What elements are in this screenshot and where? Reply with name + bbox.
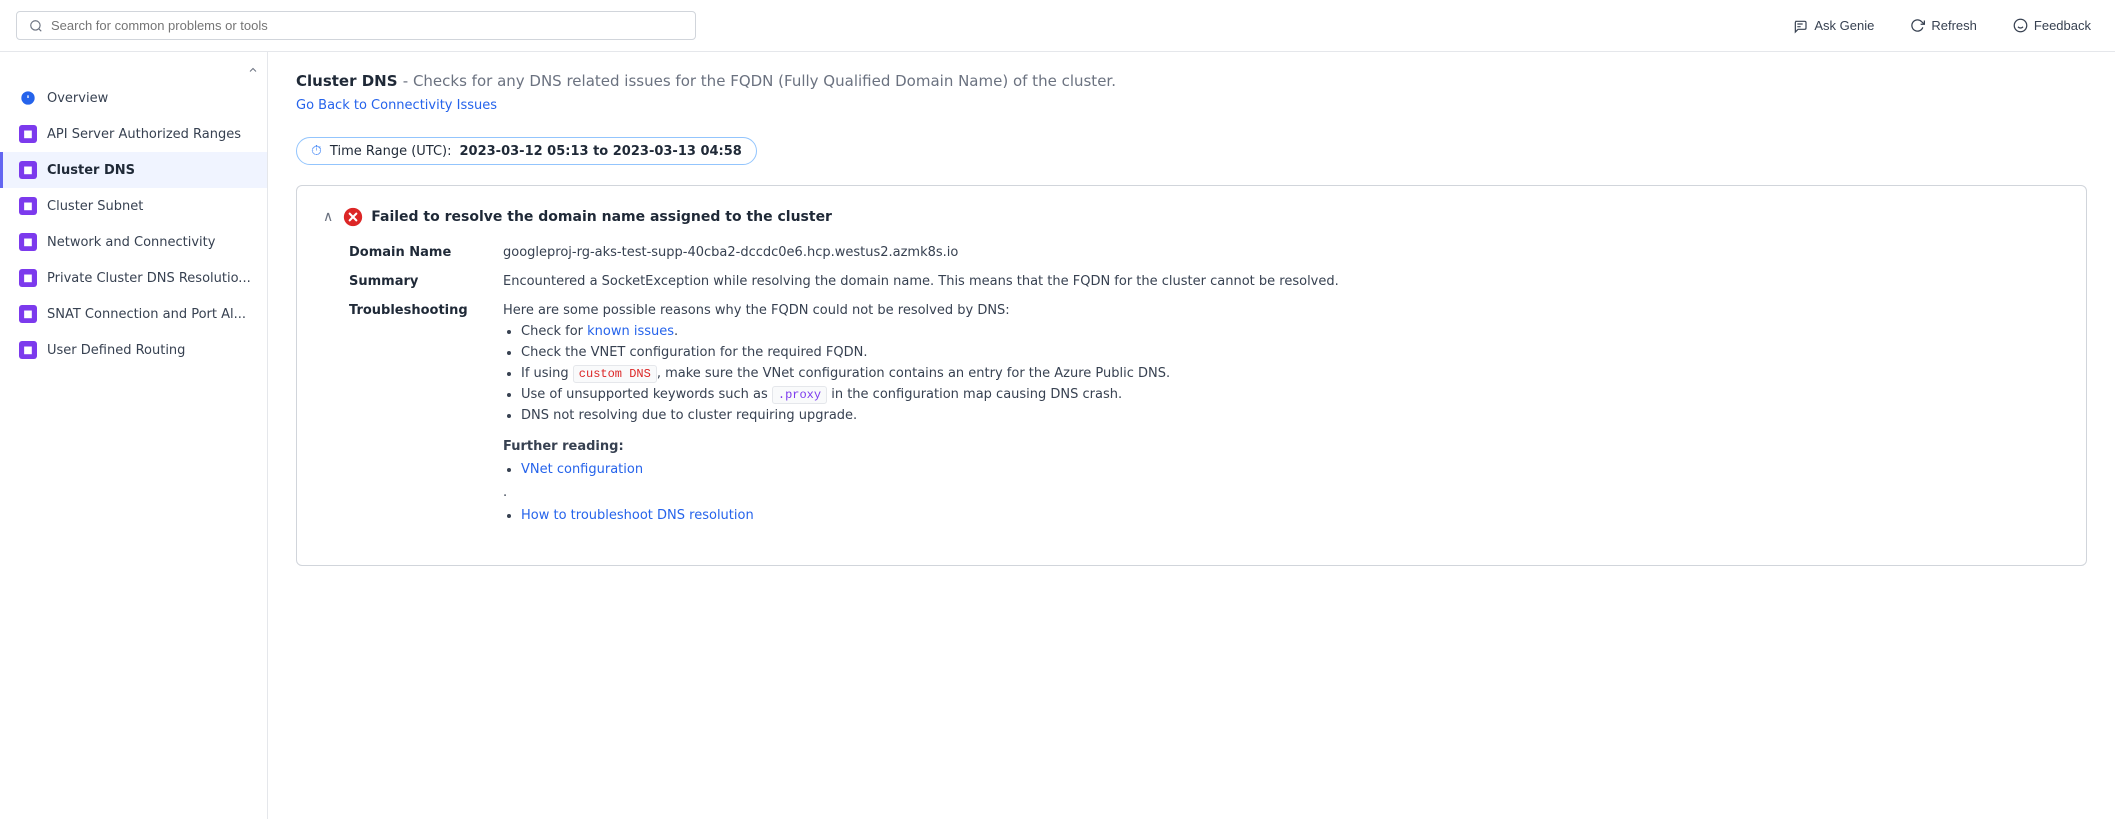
- further-reading-list: VNet configuration . How to troubleshoot…: [503, 462, 2062, 523]
- clock-icon: ⏱: [311, 143, 322, 159]
- time-range-value: 2023-03-12 05:13 to 2023-03-13 04:58: [460, 144, 742, 159]
- list-item: If using custom DNS, make sure the VNet …: [521, 366, 2062, 381]
- sidebar-collapse-button[interactable]: [0, 60, 267, 80]
- content-area: Cluster DNS - Checks for any DNS related…: [268, 52, 2115, 819]
- list-item: Use of unsupported keywords such as .pro…: [521, 387, 2062, 402]
- list-item: .: [503, 485, 2062, 500]
- result-card: ∧ Failed to resolve the domain name assi…: [296, 185, 2087, 566]
- private-cluster-dns-icon: ■: [19, 269, 37, 287]
- further-reading-heading: Further reading:: [503, 439, 2062, 454]
- domain-name-label: Domain Name: [349, 245, 479, 260]
- genie-icon: [1792, 18, 1808, 34]
- sidebar-item-user-routing[interactable]: ■ User Defined Routing: [0, 332, 267, 368]
- domain-name-row: Domain Name googleproj-rg-aks-test-supp-…: [349, 245, 2062, 260]
- domain-name-value: googleproj-rg-aks-test-supp-40cba2-dccdc…: [503, 245, 2062, 260]
- error-icon: [343, 206, 363, 227]
- card-body: Domain Name googleproj-rg-aks-test-supp-…: [321, 245, 2062, 531]
- list-item: VNet configuration: [521, 462, 2062, 477]
- sidebar-item-label: User Defined Routing: [47, 343, 185, 358]
- search-box[interactable]: [16, 11, 696, 40]
- page-title: Cluster DNS - Checks for any DNS related…: [296, 72, 2087, 90]
- topbar-actions: Ask Genie Refresh Feedback: [1784, 14, 2099, 38]
- feedback-button[interactable]: Feedback: [2005, 14, 2099, 37]
- cluster-dns-icon: ■: [19, 161, 37, 179]
- sidebar-item-label: Network and Connectivity: [47, 235, 215, 250]
- card-title: Failed to resolve the domain name assign…: [371, 209, 832, 225]
- list-item: How to troubleshoot DNS resolution: [521, 508, 2062, 523]
- list-item: Check the VNET configuration for the req…: [521, 345, 2062, 360]
- page-title-main: Cluster DNS: [296, 72, 398, 90]
- known-issues-link[interactable]: known issues: [587, 324, 674, 339]
- network-connectivity-icon: ■: [19, 233, 37, 251]
- summary-row: Summary Encountered a SocketException wh…: [349, 274, 2062, 289]
- refresh-label: Refresh: [1931, 18, 1977, 33]
- snat-icon: ■: [19, 305, 37, 323]
- ask-genie-label: Ask Genie: [1814, 18, 1874, 33]
- sidebar-item-label: Cluster Subnet: [47, 199, 143, 214]
- time-range[interactable]: ⏱ Time Range (UTC): 2023-03-12 05:13 to …: [296, 137, 757, 165]
- feedback-icon: [2013, 18, 2028, 33]
- feedback-label: Feedback: [2034, 18, 2091, 33]
- list-item: DNS not resolving due to cluster requiri…: [521, 408, 2062, 423]
- sidebar: Overview ■ API Server Authorized Ranges …: [0, 52, 268, 819]
- ask-genie-button[interactable]: Ask Genie: [1784, 14, 1882, 38]
- overview-icon: [19, 89, 37, 107]
- dns-troubleshoot-link[interactable]: How to troubleshoot DNS resolution: [521, 508, 754, 523]
- refresh-button[interactable]: Refresh: [1902, 14, 1985, 37]
- page-header: Cluster DNS - Checks for any DNS related…: [296, 72, 2087, 113]
- sidebar-item-label: Cluster DNS: [47, 163, 135, 178]
- sidebar-item-overview[interactable]: Overview: [0, 80, 267, 116]
- search-icon: [29, 19, 43, 33]
- sidebar-item-snat[interactable]: ■ SNAT Connection and Port Al...: [0, 296, 267, 332]
- page-title-sub: - Checks for any DNS related issues for …: [403, 72, 1116, 90]
- card-header: ∧ Failed to resolve the domain name assi…: [321, 206, 2062, 227]
- sidebar-item-label: API Server Authorized Ranges: [47, 127, 241, 142]
- sidebar-item-cluster-dns[interactable]: ■ Cluster DNS: [0, 152, 267, 188]
- sidebar-item-network-connectivity[interactable]: ■ Network and Connectivity: [0, 224, 267, 260]
- troubleshooting-content: Here are some possible reasons why the F…: [503, 303, 2062, 531]
- troubleshooting-row: Troubleshooting Here are some possible r…: [349, 303, 2062, 531]
- troubleshooting-label: Troubleshooting: [349, 303, 479, 318]
- sidebar-item-private-cluster-dns[interactable]: ■ Private Cluster DNS Resolutio...: [0, 260, 267, 296]
- vnet-config-link[interactable]: VNet configuration: [521, 462, 643, 477]
- sidebar-item-label: Private Cluster DNS Resolutio...: [47, 271, 251, 286]
- summary-value: Encountered a SocketException while reso…: [503, 274, 2062, 289]
- sidebar-item-label: SNAT Connection and Port Al...: [47, 307, 246, 322]
- summary-label: Summary: [349, 274, 479, 289]
- sidebar-item-label: Overview: [47, 91, 108, 106]
- cluster-subnet-icon: ■: [19, 197, 37, 215]
- sidebar-item-cluster-subnet[interactable]: ■ Cluster Subnet: [0, 188, 267, 224]
- time-range-label: Time Range (UTC):: [330, 144, 452, 159]
- custom-dns-code: custom DNS: [573, 365, 657, 383]
- api-server-icon: ■: [19, 125, 37, 143]
- proxy-code: .proxy: [772, 386, 827, 404]
- topbar: Ask Genie Refresh Feedback: [0, 0, 2115, 52]
- sidebar-item-api-server[interactable]: ■ API Server Authorized Ranges: [0, 116, 267, 152]
- troubleshooting-intro: Here are some possible reasons why the F…: [503, 303, 1010, 318]
- list-item: Check for known issues.: [521, 324, 2062, 339]
- search-input[interactable]: [51, 18, 683, 33]
- main-layout: Overview ■ API Server Authorized Ranges …: [0, 52, 2115, 819]
- troubleshooting-list: Check for known issues. Check the VNET c…: [503, 324, 2062, 423]
- collapse-button[interactable]: ∧: [321, 206, 335, 227]
- user-routing-icon: ■: [19, 341, 37, 359]
- refresh-icon: [1910, 18, 1925, 33]
- back-link[interactable]: Go Back to Connectivity Issues: [296, 98, 497, 113]
